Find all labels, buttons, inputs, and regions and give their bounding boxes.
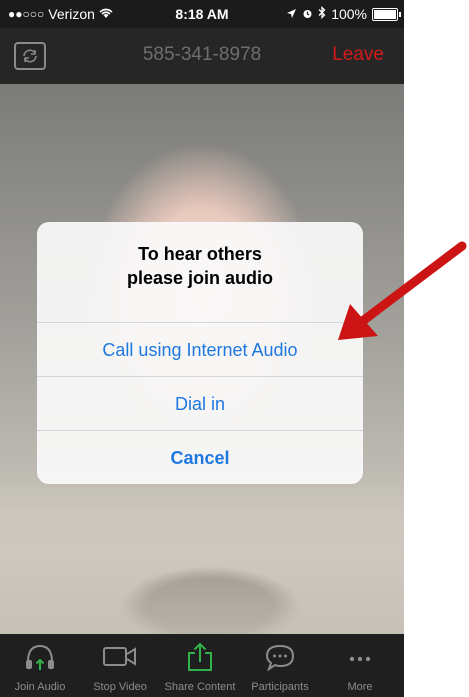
share-content-label: Share Content — [164, 681, 236, 693]
more-button[interactable]: More — [320, 634, 400, 697]
video-camera-icon — [101, 642, 139, 675]
meeting-header: 585-341-8978 Leave — [0, 28, 404, 84]
dialog-title-line2: please join audio — [126, 268, 274, 288]
location-arrow-icon — [286, 6, 297, 22]
join-audio-dialog: To hear others please join audio Call us… — [37, 222, 363, 484]
participants-button[interactable]: Participants — [240, 634, 320, 697]
meeting-toolbar: Join Audio Stop Video Share Content Part… — [0, 634, 404, 697]
headphones-icon — [24, 642, 56, 677]
red-arrow-annotation — [330, 238, 469, 358]
dialog-title: To hear others please join audio — [37, 242, 363, 290]
internet-audio-button[interactable]: Call using Internet Audio — [37, 322, 363, 377]
more-dots-icon — [344, 642, 376, 677]
join-audio-button[interactable]: Join Audio — [0, 634, 80, 697]
chat-bubble-icon — [264, 642, 296, 677]
dialog-title-line1: To hear others — [138, 244, 262, 264]
share-content-button[interactable]: Share Content — [160, 634, 240, 697]
status-right: 100% — [286, 5, 401, 22]
status-bar: ●●○○○ Verizon 8:18 AM 100% — [0, 0, 404, 28]
stop-video-label: Stop Video — [93, 681, 147, 693]
cancel-button[interactable]: Cancel — [37, 430, 363, 484]
leave-button[interactable]: Leave — [332, 44, 384, 66]
alarm-icon — [302, 6, 313, 22]
stop-video-button[interactable]: Stop Video — [80, 634, 160, 697]
bluetooth-icon — [318, 5, 326, 22]
participants-label: Participants — [251, 681, 309, 693]
more-label: More — [347, 681, 373, 693]
battery-icon — [372, 7, 401, 21]
share-icon — [185, 642, 215, 677]
battery-percent: 100% — [331, 6, 367, 22]
dial-in-button[interactable]: Dial in — [37, 376, 363, 431]
